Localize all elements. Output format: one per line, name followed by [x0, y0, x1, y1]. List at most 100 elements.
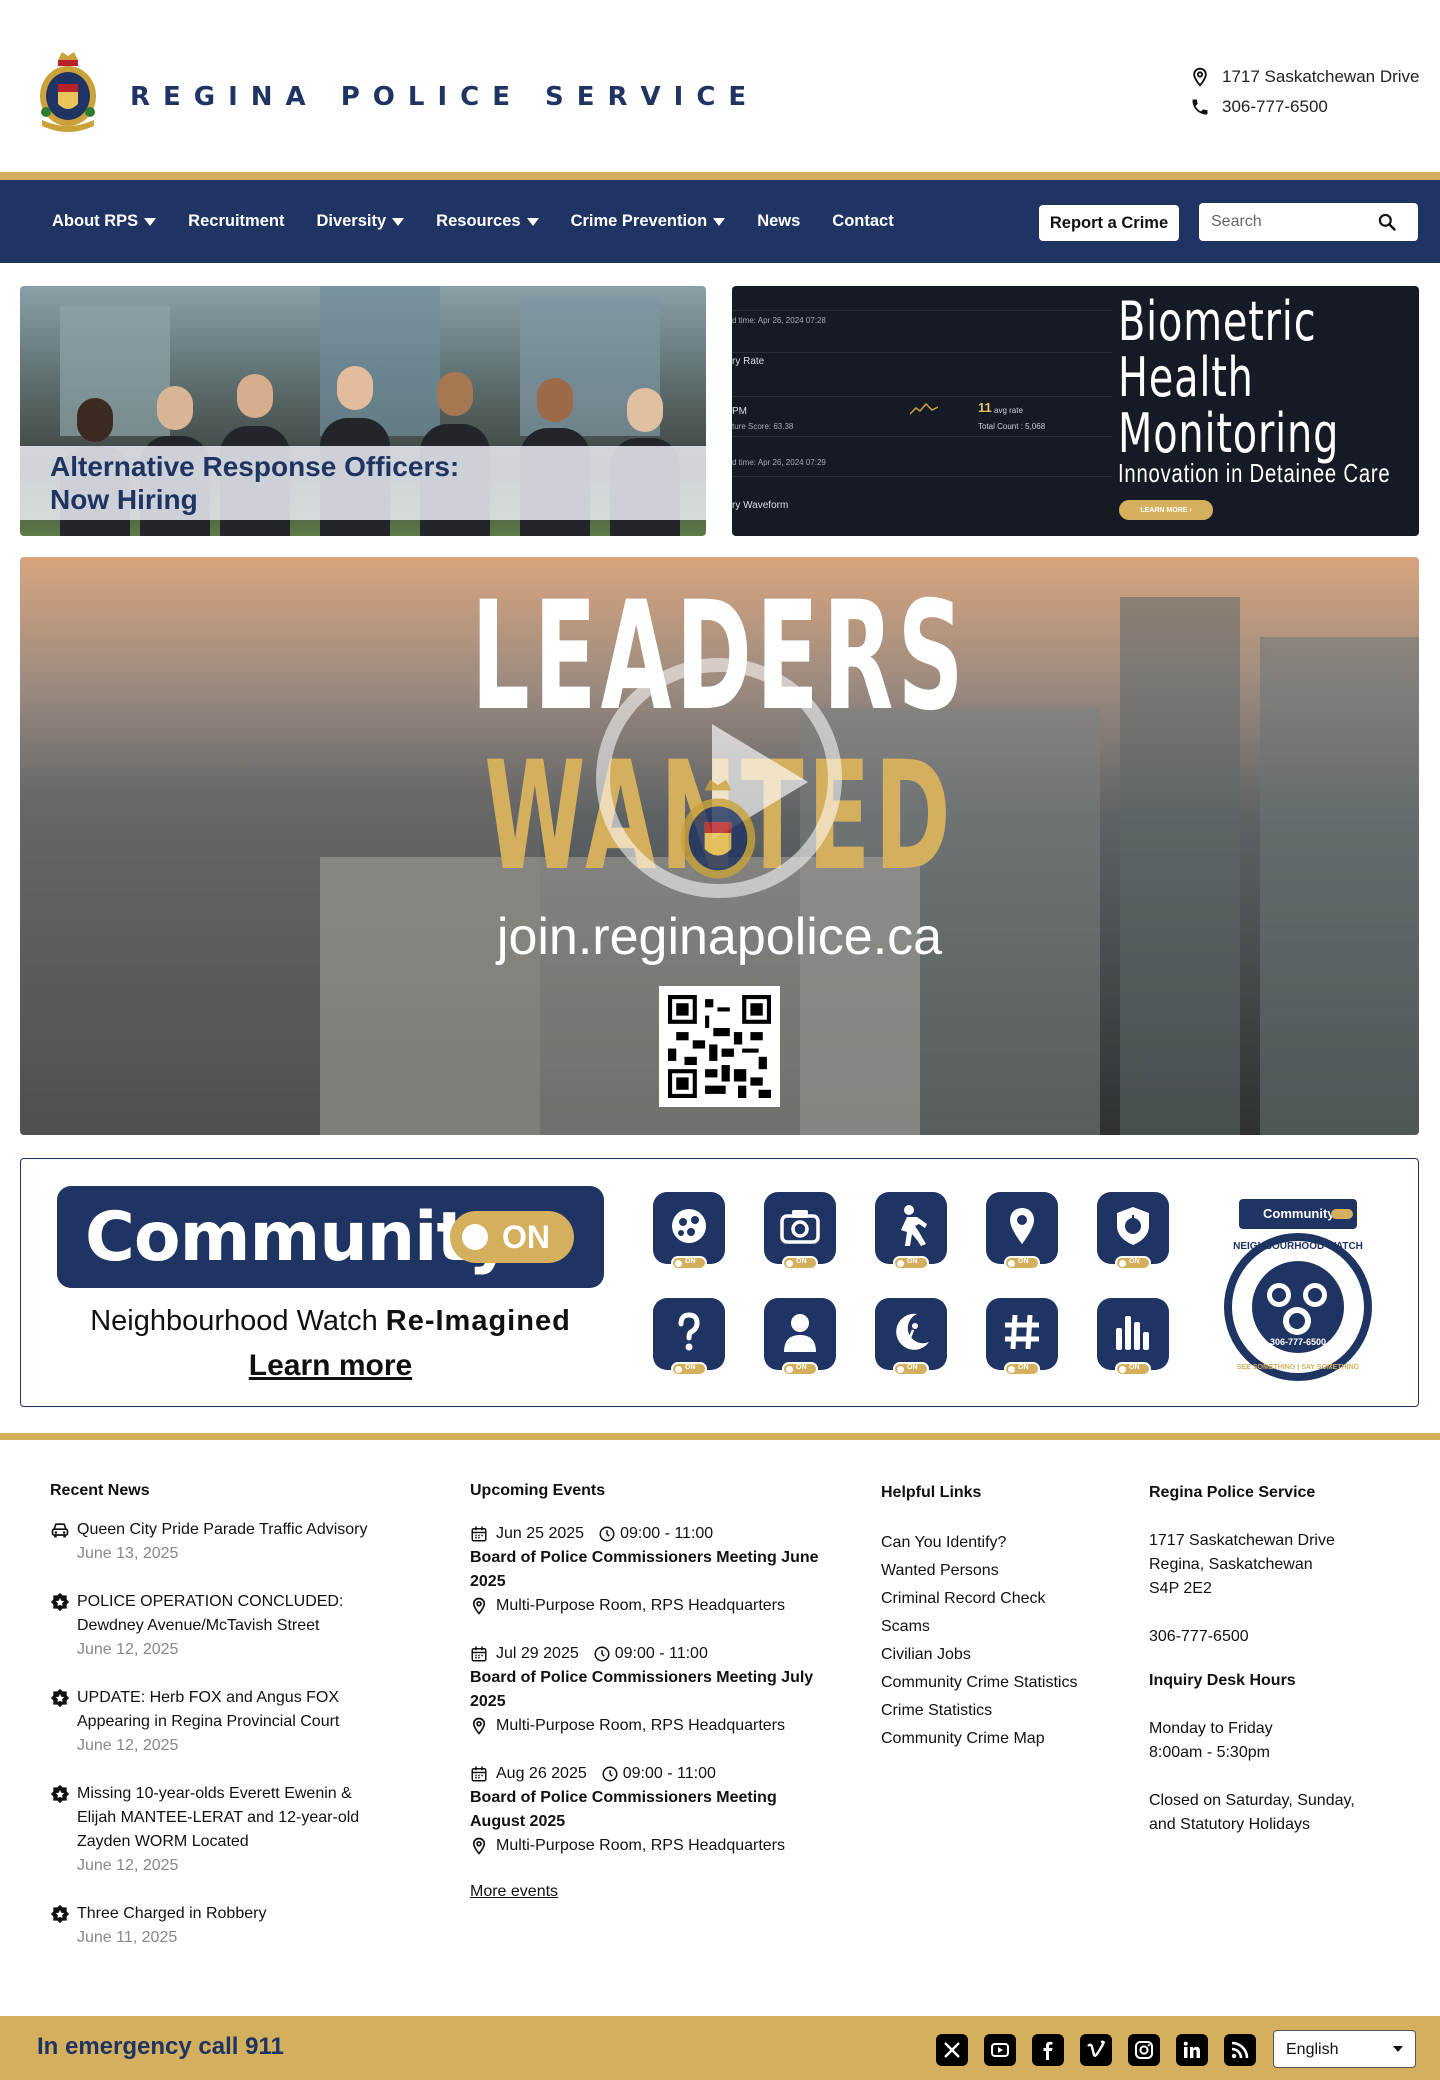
police-badge-icon [50, 1784, 70, 1804]
community-tile-school-safety[interactable]: ON [1097, 1192, 1169, 1270]
community-tile-statistics[interactable]: ON [1097, 1298, 1169, 1376]
news-title[interactable]: POLICE OPERATION CONCLUDED: Dewdney Aven… [77, 1590, 390, 1638]
helpful-link[interactable]: Criminal Record Check [881, 1585, 1077, 1613]
community-tile-camera[interactable]: ON [764, 1192, 836, 1270]
hours-time: 8:00am - 5:30pm [1149, 1744, 1270, 1761]
header-phone[interactable]: 306-777-6500 [1190, 92, 1430, 122]
news-item[interactable]: Missing 10-year-olds Everett Ewenin & El… [50, 1782, 390, 1878]
search-input[interactable] [1199, 213, 1369, 231]
news-title[interactable]: Missing 10-year-olds Everett Ewenin & El… [77, 1782, 390, 1854]
city-background [1260, 637, 1419, 1135]
community-tile-wellness[interactable]: ON [875, 1298, 947, 1376]
community-word: Community [85, 1198, 512, 1277]
dashboard-divider [732, 310, 1112, 311]
nav-item-contact[interactable]: Contact [832, 212, 893, 231]
biometric-subtitle: Innovation in Detainee Care [1118, 458, 1391, 488]
event-item[interactable]: Jul 29 2025 09:00 - 11:00 Board of Polic… [470, 1642, 830, 1738]
news-item[interactable]: UPDATE: Herb FOX and Angus FOX Appearing… [50, 1686, 390, 1758]
officer-head [157, 386, 193, 430]
search-icon[interactable] [1377, 212, 1397, 232]
event-item[interactable]: Aug 26 2025 09:00 - 11:00 Board of Polic… [470, 1762, 830, 1858]
helpful-link[interactable]: Can You Identify? [881, 1529, 1077, 1557]
officer-head [237, 374, 273, 418]
report-a-crime-button[interactable]: Report a Crime [1039, 205, 1179, 241]
language-select[interactable]: English [1273, 2030, 1416, 2068]
recruitment-video[interactable]: LEADERS WANTED join.reginapolice.ca [20, 557, 1419, 1135]
dashboard-metric-unit: avg rate [994, 406, 1023, 415]
learn-more-button[interactable]: LEARN MORE › [1119, 500, 1213, 520]
police-badge-icon [50, 1688, 70, 1708]
youtube-social-link[interactable] [984, 2034, 1016, 2066]
community-tile-person[interactable]: ON [764, 1298, 836, 1376]
linkedin-icon [1183, 2041, 1200, 2058]
community-on-banner[interactable]: Community ON Neighbourhood Watch Re-Imag… [20, 1158, 1419, 1407]
event-title[interactable]: Board of Police Commissioners Meeting Ju… [470, 1546, 830, 1594]
helpful-link[interactable]: Scams [881, 1613, 1077, 1641]
hashtag-icon [1005, 1314, 1039, 1350]
recent-news-title: Recent News [50, 1482, 150, 1499]
news-date: June 12, 2025 [77, 1737, 179, 1754]
community-tile-community[interactable]: ON [653, 1192, 725, 1270]
nav-item-about-rps[interactable]: About RPS [52, 212, 157, 231]
helpful-link[interactable]: Crime Statistics [881, 1697, 1077, 1725]
x-social-link[interactable] [936, 2034, 968, 2066]
closed-line-2: and Statutory Holidays [1149, 1816, 1310, 1833]
linkedin-social-link[interactable] [1176, 2034, 1208, 2066]
chevron-down-icon [1393, 2046, 1403, 2052]
helpful-link[interactable]: Civilian Jobs [881, 1641, 1077, 1669]
camera-icon [780, 1210, 820, 1244]
map-pin-icon [472, 1717, 486, 1735]
caret-down-icon [526, 217, 539, 226]
more-events-link[interactable]: More events [470, 1883, 558, 1901]
event-title[interactable]: Board of Police Commissioners Meeting Au… [470, 1786, 830, 1834]
news-item[interactable]: Three Charged in Robbery June 11, 2025 [50, 1902, 390, 1950]
news-date: June 11, 2025 [77, 1929, 178, 1946]
news-title[interactable]: Queen City Pride Parade Traffic Advisory [77, 1518, 390, 1542]
facebook-social-link[interactable] [1032, 2034, 1064, 2066]
news-date: June 12, 2025 [77, 1641, 179, 1658]
nav-item-resources[interactable]: Resources [436, 212, 539, 231]
svg-text:SEE SOMETHING | SAY SOMETHING: SEE SOMETHING | SAY SOMETHING [1237, 1364, 1360, 1371]
helpful-link[interactable]: Community Crime Statistics [881, 1669, 1077, 1697]
vimeo-social-link[interactable] [1080, 2034, 1112, 2066]
helpful-link[interactable]: Community Crime Map [881, 1725, 1077, 1753]
event-time: 09:00 - 11:00 [620, 1525, 714, 1542]
rps-address-1: 1717 Saskatchewan Drive [1149, 1532, 1335, 1549]
hero-card-officers[interactable]: Alternative Response Officers: Now Hirin… [20, 286, 706, 536]
svg-text:Community: Community [1263, 1206, 1335, 1221]
news-title[interactable]: Three Charged in Robbery [77, 1902, 390, 1926]
helpful-links-title: Helpful Links [881, 1484, 982, 1501]
hero-caption: Alternative Response Officers: Now Hirin… [20, 446, 706, 520]
community-tile-hashtag[interactable]: ON [986, 1298, 1058, 1376]
nav-item-recruitment[interactable]: Recruitment [188, 212, 284, 231]
dashboard-divider [732, 436, 1112, 437]
nav-item-news[interactable]: News [757, 212, 800, 231]
nav-item-diversity[interactable]: Diversity [316, 212, 405, 231]
brand-name[interactable]: REGINA POLICE SERVICE [130, 82, 759, 112]
rss-social-link[interactable] [1224, 2034, 1256, 2066]
community-tile-walk[interactable]: ON [875, 1192, 947, 1270]
hero-card-biometric[interactable]: d time: Apr 26, 2024 07:28 ry Rate PM tu… [732, 286, 1419, 536]
instagram-icon [1135, 2041, 1153, 2059]
nav-item-crime-prevention[interactable]: Crime Prevention [571, 212, 726, 231]
dashboard-text: ture Score: 63.38 [732, 422, 794, 431]
community-tile-question[interactable]: ON [653, 1298, 725, 1376]
on-toggle-graphic: ON [450, 1211, 574, 1263]
instagram-social-link[interactable] [1128, 2034, 1160, 2066]
community-tile-location[interactable]: ON [986, 1192, 1058, 1270]
neighbourhood-watch-tagline: Neighbourhood Watch Re-Imagined [90, 1305, 571, 1337]
event-title[interactable]: Board of Police Commissioners Meeting Ju… [470, 1666, 830, 1714]
rps-phone[interactable]: 306-777-6500 [1149, 1625, 1355, 1649]
rps-crest-logo[interactable] [36, 50, 100, 134]
news-item[interactable]: POLICE OPERATION CONCLUDED: Dewdney Aven… [50, 1590, 390, 1662]
news-title[interactable]: UPDATE: Herb FOX and Angus FOX Appearing… [77, 1686, 390, 1734]
event-item[interactable]: Jun 25 2025 09:00 - 11:00 Board of Polic… [470, 1522, 830, 1618]
footer-bar: In emergency call 911 English [0, 2016, 1440, 2080]
officer-head [337, 366, 373, 410]
caret-down-icon [713, 217, 726, 226]
helpful-link[interactable]: Wanted Persons [881, 1557, 1077, 1585]
event-time: 09:00 - 11:00 [622, 1765, 716, 1782]
event-location: Multi-Purpose Room, RPS Headquarters [496, 1597, 786, 1614]
news-item[interactable]: Queen City Pride Parade Traffic Advisory… [50, 1518, 390, 1566]
learn-more-link[interactable]: Learn more [57, 1349, 604, 1383]
